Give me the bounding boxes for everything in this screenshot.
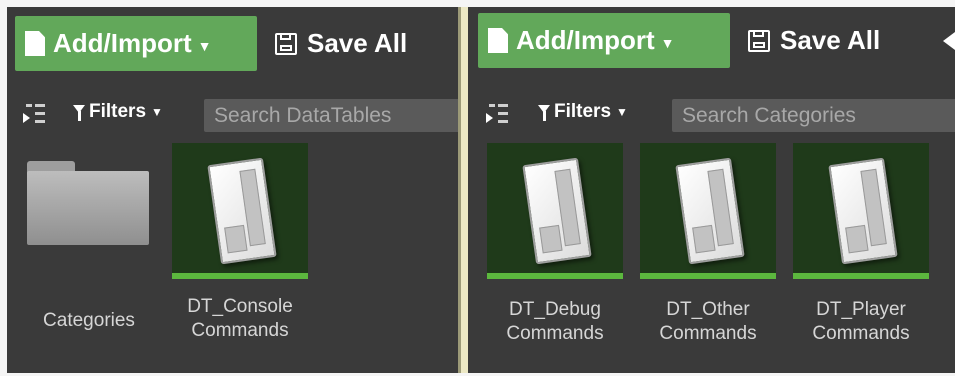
chevron-down-icon: ▼: [660, 34, 675, 51]
filter-bar: Filters ▼ Search Categories: [468, 89, 955, 133]
asset-type-bar: [172, 273, 308, 279]
filters-button[interactable]: Filters ▼: [538, 99, 628, 125]
datatable-asset-tile[interactable]: [487, 143, 623, 279]
save-all-label: Save All: [780, 25, 881, 55]
back-arrow-icon[interactable]: [943, 32, 955, 50]
asset-label: DT_Debug Commands: [506, 299, 604, 344]
search-input[interactable]: Search DataTables: [204, 99, 458, 132]
asset-label: DT_Player Commands: [812, 299, 910, 344]
datatable-icon: [207, 157, 277, 265]
toolbar: Add/Import ▼ Save All: [7, 7, 458, 85]
asset-label: DT_Console Commands: [187, 296, 293, 341]
datatable-icon: [828, 157, 898, 265]
search-input[interactable]: Search Categories: [672, 99, 955, 132]
asset-label: Categories: [43, 310, 135, 331]
add-import-label: Add/Import: [516, 25, 655, 55]
content-browser-right: Add/Import ▼ Save All Filters ▼ Search C…: [468, 7, 955, 373]
funnel-icon: [538, 105, 550, 121]
asset-label: DT_Other Commands: [659, 299, 757, 344]
datatable-asset-tile[interactable]: [172, 143, 308, 279]
filters-label: Filters: [89, 101, 147, 122]
filters-label: Filters: [554, 101, 612, 122]
content-browser-left: Add/Import ▼ Save All Filters ▼ Search D…: [7, 7, 458, 373]
datatable-icon: [522, 157, 592, 265]
new-document-icon: [25, 31, 45, 56]
chevron-down-icon: ▼: [616, 105, 628, 119]
save-all-button[interactable]: Save All: [275, 16, 407, 71]
chevron-down-icon: ▼: [197, 37, 212, 54]
new-document-icon: [488, 28, 508, 53]
save-all-button[interactable]: Save All: [748, 13, 880, 68]
filter-bar: Filters ▼ Search DataTables: [7, 89, 458, 133]
add-import-button[interactable]: Add/Import ▼: [478, 13, 730, 68]
datatable-asset-tile[interactable]: [793, 143, 929, 279]
toolbar: Add/Import ▼ Save All: [468, 7, 955, 85]
save-all-label: Save All: [307, 28, 408, 58]
chevron-down-icon: ▼: [151, 105, 163, 119]
asset-type-bar: [487, 273, 623, 279]
source-tree-toggle-icon[interactable]: [23, 104, 45, 124]
folder-icon[interactable]: [27, 161, 149, 245]
datatable-asset-tile[interactable]: [640, 143, 776, 279]
add-import-button[interactable]: Add/Import ▼: [15, 16, 257, 71]
floppy-disk-icon: [275, 32, 297, 55]
datatable-icon: [675, 157, 745, 265]
asset-type-bar: [640, 273, 776, 279]
asset-type-bar: [793, 273, 929, 279]
floppy-disk-icon: [748, 29, 770, 52]
funnel-icon: [73, 105, 85, 121]
add-import-label: Add/Import: [53, 28, 192, 58]
filters-button[interactable]: Filters ▼: [73, 99, 163, 125]
source-tree-toggle-icon[interactable]: [486, 104, 508, 124]
